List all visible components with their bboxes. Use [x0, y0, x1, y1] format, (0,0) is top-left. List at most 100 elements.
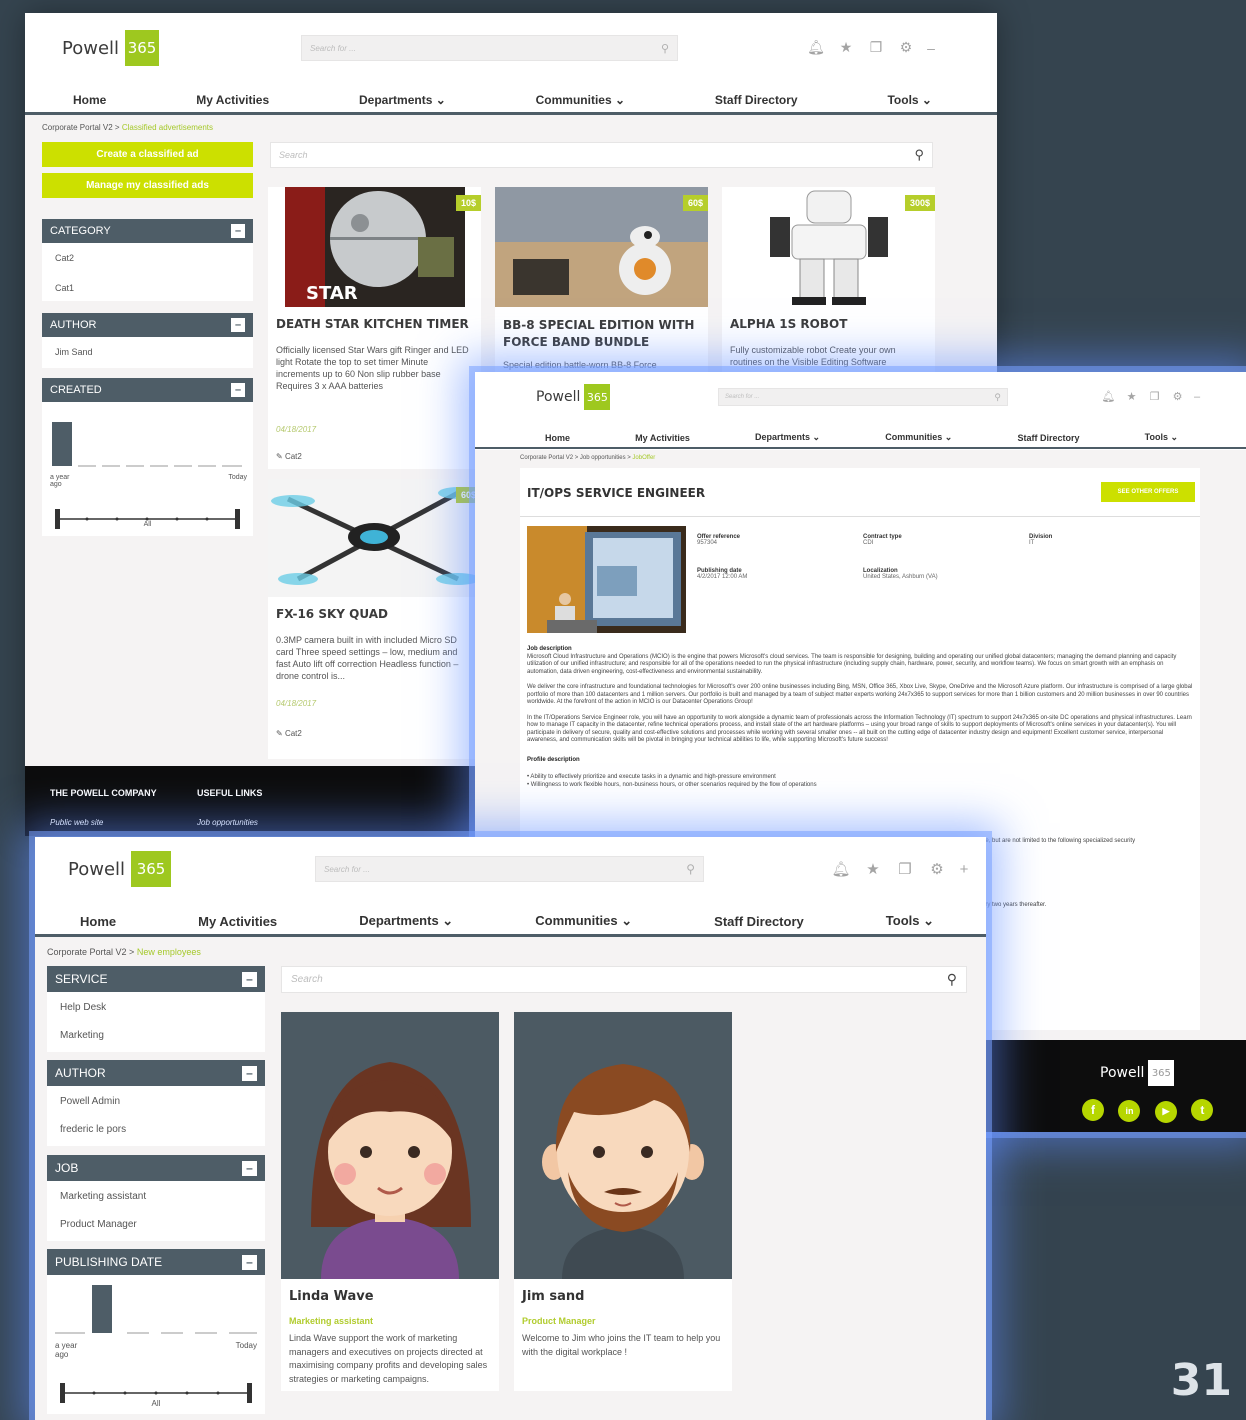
create-classified-button[interactable]: Create a classified ad	[42, 142, 253, 167]
filter-item[interactable]: Marketing	[47, 1013, 265, 1041]
collapse-icon[interactable]: –	[242, 1160, 257, 1176]
filter-item[interactable]: Cat2	[42, 243, 253, 263]
nav-departments[interactable]: Departments ⌄	[359, 913, 453, 929]
nav-communities[interactable]: Communities ⌄	[536, 93, 625, 107]
classified-card[interactable]: 60$ BB-8 SPECIAL EDITION WITH FORCE BAND…	[495, 187, 708, 377]
classified-card[interactable]: 60$ FX-16 SKY QUAD 0.3MP camera built in…	[268, 479, 481, 759]
employee-card[interactable]: Jim sand Product Manager Welcome to Jim …	[514, 1012, 732, 1391]
collapse-icon[interactable]: –	[242, 971, 257, 987]
filter-item[interactable]: Powell Admin	[47, 1086, 265, 1107]
card-title[interactable]: DEATH STAR KITCHEN TIMER	[268, 307, 481, 331]
logo[interactable]: Powell 365	[62, 30, 160, 66]
search-icon[interactable]: ⚲	[914, 147, 924, 163]
employee-name[interactable]: Jim sand	[514, 1279, 732, 1304]
plus-icon[interactable]: +	[953, 861, 975, 878]
nav-tools[interactable]: Tools ⌄	[1145, 432, 1178, 443]
manage-classified-button[interactable]: Manage my classified ads	[42, 173, 253, 198]
filter-item[interactable]: Jim Sand	[42, 337, 253, 357]
nav-communities[interactable]: Communities ⌄	[885, 432, 952, 443]
star-icon[interactable]: ★	[857, 860, 889, 878]
filter-header[interactable]: JOB –	[47, 1155, 265, 1181]
minus-icon[interactable]: –	[921, 40, 941, 56]
gear-icon[interactable]: ⚙	[891, 39, 921, 56]
nav-staff-directory[interactable]: Staff Directory	[1017, 433, 1079, 443]
search-icon[interactable]: ⚲	[686, 862, 695, 876]
breadcrumb-root[interactable]: Corporate Portal V2 >	[42, 123, 120, 132]
nav-tools[interactable]: Tools ⌄	[887, 93, 932, 107]
breadcrumb-current[interactable]: Classified advertisements	[122, 123, 213, 132]
gear-icon[interactable]: ⚙	[921, 860, 953, 878]
search-icon[interactable]: ⚲	[994, 392, 1001, 403]
collapse-icon[interactable]: –	[231, 383, 245, 397]
bell-icon[interactable]: 🔔︎	[801, 39, 831, 56]
nav-staff-directory[interactable]: Staff Directory	[714, 914, 804, 929]
documents-icon[interactable]: ❐	[889, 860, 921, 878]
nav-my-activities[interactable]: My Activities	[196, 93, 269, 107]
star-icon[interactable]: ★	[1120, 390, 1143, 403]
star-icon[interactable]: ★	[831, 39, 861, 56]
footer-link[interactable]: Job opportunities	[197, 818, 258, 827]
nav-my-activities[interactable]: My Activities	[198, 914, 277, 929]
nav-my-activities[interactable]: My Activities	[635, 433, 690, 443]
nav-home[interactable]: Home	[545, 433, 570, 443]
search-input[interactable]: Search for ... ⚲	[315, 856, 704, 882]
logo[interactable]: Powell 365	[68, 851, 172, 887]
filter-item[interactable]: Product Manager	[47, 1202, 265, 1230]
filter-header[interactable]: PUBLISHING DATE –	[47, 1249, 265, 1275]
bell-icon[interactable]: 🔔︎	[1097, 390, 1120, 403]
nav-departments[interactable]: Departments ⌄	[359, 93, 446, 107]
employee-card[interactable]: Linda Wave Marketing assistant Linda Wav…	[281, 1012, 499, 1391]
employee-name[interactable]: Linda Wave	[281, 1279, 499, 1304]
nav-departments[interactable]: Departments ⌄	[755, 432, 820, 443]
breadcrumb-current[interactable]: New employees	[137, 947, 201, 957]
see-other-offers-button[interactable]: SEE OTHER OFFERS	[1101, 482, 1195, 502]
card-title[interactable]: FX-16 SKY QUAD	[268, 597, 481, 621]
search-input[interactable]: Search for ... ⚲	[718, 388, 1008, 406]
nav-communities[interactable]: Communities ⌄	[535, 913, 632, 929]
classified-card[interactable]: STAR 10$ DEATH STAR KITCHEN TIMER Offici…	[268, 187, 481, 469]
filter-header[interactable]: AUTHOR –	[47, 1060, 265, 1086]
logo-badge: 365	[584, 384, 611, 410]
nav-home[interactable]: Home	[80, 914, 116, 929]
search-icon[interactable]: ⚲	[661, 42, 669, 55]
linkedin-icon[interactable]: in	[1118, 1100, 1141, 1122]
partial-text: de, but are not limited to the following…	[982, 838, 1136, 844]
logo[interactable]: Powell 365	[536, 384, 611, 410]
filter-header[interactable]: CREATED –	[42, 378, 253, 402]
footer-link[interactable]: Public web site	[50, 818, 103, 827]
card-title[interactable]: ALPHA 1S ROBOT	[722, 307, 935, 331]
minus-icon[interactable]: –	[1189, 391, 1205, 403]
filter-item[interactable]: Cat1	[42, 263, 253, 293]
filter-item[interactable]: Help Desk	[47, 992, 265, 1013]
filter-item[interactable]: Marketing assistant	[47, 1181, 265, 1202]
filter-header[interactable]: AUTHOR –	[42, 313, 253, 337]
search-input[interactable]: Search for ... ⚲	[301, 35, 678, 61]
footer-logo[interactable]: Powell 365	[1100, 1060, 1175, 1086]
filter-header[interactable]: SERVICE –	[47, 966, 265, 992]
search-icon[interactable]: ⚲	[947, 971, 957, 988]
breadcrumb-path[interactable]: Corporate Portal V2 > Job opportunities …	[520, 455, 632, 461]
filter-item[interactable]: frederic le pors	[47, 1107, 265, 1135]
breadcrumb-current[interactable]: JobOffer	[632, 455, 655, 461]
people-search-input[interactable]: Search ⚲	[281, 966, 967, 993]
collapse-icon[interactable]: –	[231, 318, 245, 332]
nav-home[interactable]: Home	[73, 93, 106, 107]
collapse-icon[interactable]: –	[242, 1254, 257, 1270]
classified-card[interactable]: 300$ ALPHA 1S ROBOT Fully customizable r…	[722, 187, 935, 377]
youtube-icon[interactable]: ▶	[1154, 1100, 1177, 1123]
nav-tools[interactable]: Tools ⌄	[886, 913, 934, 929]
twitter-icon[interactable]: t	[1191, 1099, 1214, 1121]
facebook-icon[interactable]: f	[1082, 1099, 1104, 1121]
gear-icon[interactable]: ⚙	[1166, 390, 1189, 403]
field-value: IT	[1029, 540, 1035, 546]
classified-search-input[interactable]: Search ⚲	[270, 142, 933, 168]
collapse-icon[interactable]: –	[231, 224, 245, 238]
bell-icon[interactable]: 🔔︎	[825, 860, 857, 878]
breadcrumb-root[interactable]: Corporate Portal V2 >	[47, 947, 134, 957]
documents-icon[interactable]: ❐	[861, 39, 891, 56]
card-title[interactable]: BB-8 SPECIAL EDITION WITH FORCE BAND BUN…	[495, 307, 708, 351]
documents-icon[interactable]: ❐	[1143, 390, 1166, 403]
collapse-icon[interactable]: –	[242, 1065, 257, 1081]
filter-header[interactable]: CATEGORY –	[42, 219, 253, 243]
nav-staff-directory[interactable]: Staff Directory	[715, 93, 798, 107]
